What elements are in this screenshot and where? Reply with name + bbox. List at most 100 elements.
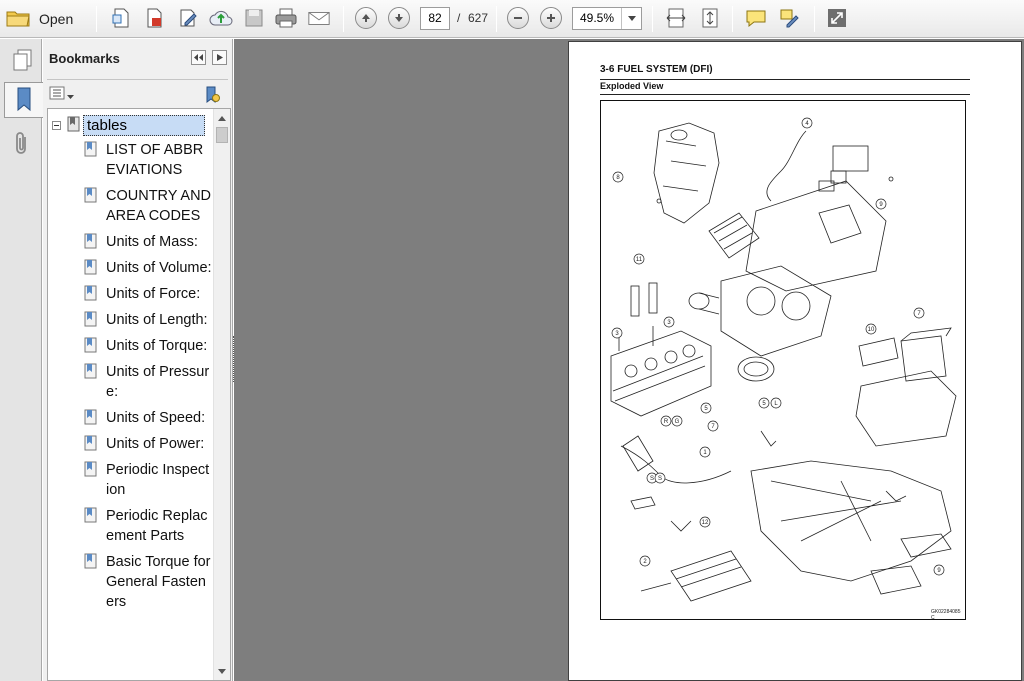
create-pdf-icon[interactable] [109,6,133,30]
callout-10: 10 [868,327,875,333]
folder-icon [6,8,32,31]
pdf-page: 3-6 FUEL SYSTEM (DFI) Exploded View 4 8 … [568,41,1022,681]
page-number-input[interactable]: 82 [420,7,450,30]
expand-icon[interactable] [825,6,849,30]
print-icon[interactable] [274,6,298,30]
header-rule [600,79,970,80]
bookmark-item[interactable]: COUNTRY AND AREA CODES [84,186,212,226]
expand-panel-icon[interactable] [212,50,227,65]
bookmark-item[interactable]: Periodic Replacement Parts [84,506,212,546]
zoom-out-icon[interactable] [506,6,530,30]
zoom-in-icon[interactable] [539,6,563,30]
bookmark-icon [84,363,99,382]
save-icon[interactable] [242,6,266,30]
bookmark-item[interactable]: Basic Torque for General Fasteners [84,552,212,612]
panel-title: Bookmarks [49,51,120,66]
toolbar-divider [496,6,497,32]
bookmark-icon [84,553,99,572]
bookmark-label: Units of Volume: [106,260,212,276]
bookmark-label: Units of Pressure: [106,364,210,400]
bookmark-label: Units of Power: [106,436,205,452]
bookmark-icon [84,233,99,252]
tree-root-label[interactable]: tables [83,114,205,136]
document-viewport[interactable]: 3-6 FUEL SYSTEM (DFI) Exploded View 4 8 … [234,39,1024,681]
bookmark-item[interactable]: Units of Mass: [84,232,212,252]
cloud-upload-icon[interactable] [209,6,233,30]
bookmark-item[interactable]: Units of Length: [84,310,212,330]
toolbar-divider [652,6,653,32]
bookmark-label: Units of Torque: [106,338,208,354]
bookmark-item[interactable]: Units of Pressure: [84,362,212,402]
callout-r: R [664,419,669,425]
bookmark-icon [84,409,99,428]
chevron-down-icon[interactable] [621,8,641,29]
fit-width-icon[interactable] [664,6,688,30]
email-icon[interactable] [307,6,331,30]
bookmark-icon [84,461,99,480]
pages-panel-button[interactable] [4,43,40,79]
navigation-rail [0,39,43,681]
scroll-up-icon[interactable] [214,110,230,126]
page-header: 3-6 FUEL SYSTEM (DFI) [600,64,713,75]
bookmark-icon [84,141,99,160]
highlight-text-icon[interactable] [777,6,801,30]
toolbar-divider [732,6,733,32]
bookmark-label: Units of Speed: [106,410,206,426]
bookmark-item[interactable]: Units of Torque: [84,336,212,356]
collapse-node-icon[interactable] [52,120,61,130]
callout-s-1: S [650,476,654,482]
edit-document-icon[interactable] [176,6,200,30]
pdf-portfolio-icon[interactable] [142,6,166,30]
find-current-bookmark-icon[interactable] [202,85,222,108]
bookmark-label: Basic Torque for General Fasteners [106,554,211,610]
toolbar-divider [814,6,815,32]
page-subheader: Exploded View [600,81,664,91]
bookmark-label: LIST OF ABBREVIATIONS [106,142,204,178]
callout-g: G [675,419,680,425]
collapse-panel-icon[interactable] [191,50,206,65]
bookmark-label: Periodic Replacement Parts [106,508,208,544]
bookmark-label: Units of Mass: [106,234,198,250]
page-total: 627 [468,11,489,25]
previous-page-icon[interactable] [354,6,378,30]
open-button[interactable]: Open [6,6,73,32]
options-menu-button[interactable] [49,86,74,103]
bookmark-icon [84,259,99,278]
tree-scrollbar[interactable] [213,109,230,680]
bookmark-item[interactable]: Units of Power: [84,434,212,454]
bookmark-item[interactable]: Units of Force: [84,284,212,304]
page-thumbnails-icon [11,48,33,75]
bookmark-item[interactable]: Units of Volume: [84,258,212,278]
bookmark-item[interactable]: Periodic Inspection [84,460,212,500]
bookmark-icon [67,116,81,135]
tree-root-row[interactable]: tables [52,114,205,136]
bookmark-ribbon-icon [15,86,33,115]
bookmark-item[interactable]: LIST OF ABBREVIATIONS [84,140,212,180]
bookmark-icon [84,507,99,526]
comment-icon[interactable] [744,6,768,30]
bookmark-icon [84,311,99,330]
subheader-rule [600,94,970,95]
bookmark-label: COUNTRY AND AREA CODES [106,188,212,224]
bookmark-item[interactable]: Units of Speed: [84,408,212,428]
zoom-select[interactable]: 49.5% [572,7,642,30]
chevron-down-icon [67,88,74,102]
figure-code: GK02284085 C [931,609,961,621]
bookmark-list: LIST OF ABBREVIATIONS COUNTRY AND AREA C… [84,140,212,618]
paperclip-icon [12,131,32,160]
scrollbar-thumb[interactable] [216,127,228,143]
bookmark-label: Units of Force: [106,286,201,302]
toolbar-divider [96,6,97,32]
next-page-icon[interactable] [387,6,411,30]
fit-page-icon[interactable] [698,6,722,30]
exploded-view-figure: 4 8 9 11 3 3 7 10 5 5 L R G 7 1 S S 12 2… [600,100,966,621]
panel-divider [47,79,228,80]
callout-11: 11 [636,257,643,263]
bookmark-tree: tables LIST OF ABBREVIATIONS COUNTRY AND… [47,108,231,681]
bookmark-icon [84,187,99,206]
attachments-panel-button[interactable] [4,127,40,163]
toolbar: Open 82 / 627 49.5% [0,0,1024,38]
scroll-down-icon[interactable] [214,663,230,679]
callout-s-2: S [658,476,662,482]
bookmarks-panel-button[interactable] [4,82,43,118]
